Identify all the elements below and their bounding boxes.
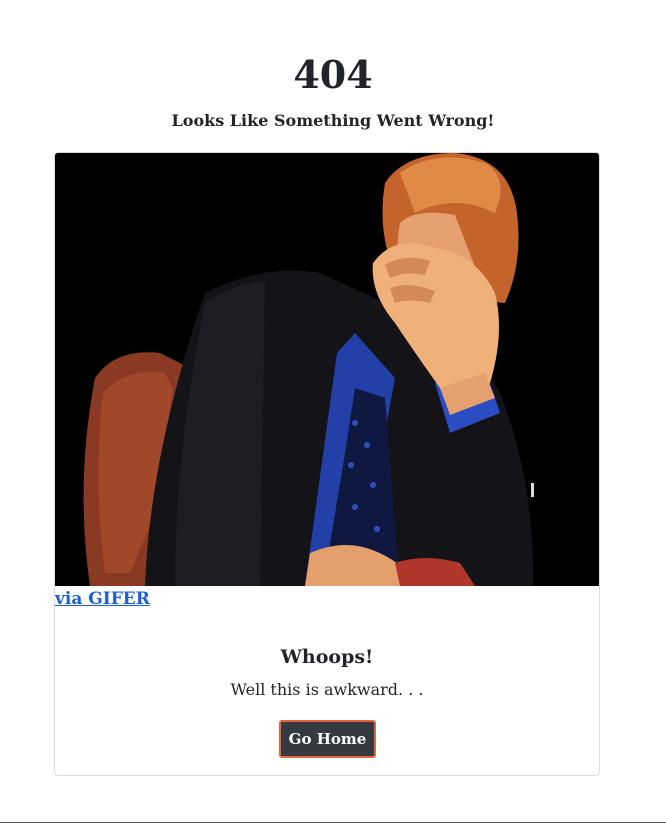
error-card: via GIFER Whoops! Well this is awkward. … bbox=[54, 152, 600, 776]
divider bbox=[0, 822, 666, 823]
facepalm-gif-image bbox=[55, 153, 599, 586]
via-gifer-link[interactable]: via GIFER bbox=[55, 588, 150, 610]
page: 404 Looks Like Something Went Wrong! via… bbox=[0, 0, 666, 825]
go-home-button[interactable]: Go Home bbox=[279, 720, 376, 758]
card-title: Whoops! bbox=[280, 646, 374, 668]
facepalm-illustration bbox=[55, 153, 599, 586]
page-title: 404 bbox=[293, 52, 373, 97]
card-text: Well this is awkward. . . bbox=[230, 680, 424, 699]
page-subtitle: Looks Like Something Went Wrong! bbox=[171, 111, 495, 130]
